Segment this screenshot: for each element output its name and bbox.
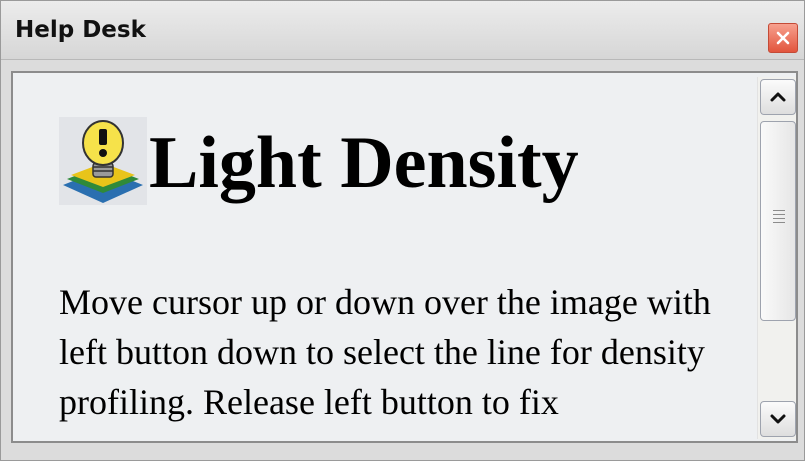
- help-content: Light Density Move cursor up or down ove…: [13, 73, 755, 441]
- help-paragraph: Move cursor up or down over the image wi…: [59, 282, 711, 422]
- help-desk-window: Help Desk Light Density Move cursor up o…: [0, 0, 805, 461]
- scroll-up-button[interactable]: [760, 79, 796, 115]
- scroll-down-button[interactable]: [760, 401, 796, 437]
- lightbulb-icon: [59, 117, 147, 205]
- window-title: Help Desk: [15, 17, 146, 43]
- grip-icon: [773, 210, 785, 226]
- title-bar[interactable]: Help Desk: [1, 1, 804, 60]
- page-title: Light Density: [149, 122, 579, 204]
- chevron-down-icon: [770, 414, 786, 424]
- close-icon: [776, 31, 790, 45]
- help-content-frame: Light Density Move cursor up or down ove…: [11, 71, 798, 443]
- close-button[interactable]: [768, 23, 798, 53]
- page-heading: Light Density: [59, 113, 739, 213]
- scrollbar-thumb[interactable]: [760, 121, 796, 321]
- chevron-up-icon: [770, 92, 786, 102]
- vertical-scrollbar[interactable]: [757, 77, 796, 439]
